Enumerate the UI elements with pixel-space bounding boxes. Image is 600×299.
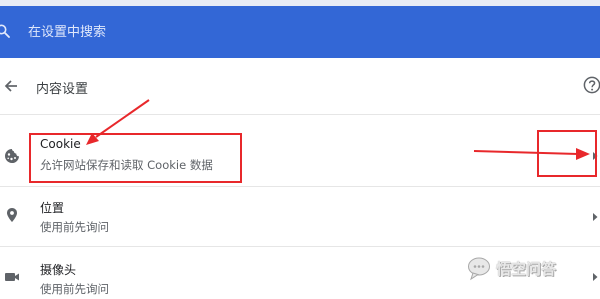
settings-search-bar — [0, 6, 600, 58]
chevron-right-icon — [593, 273, 598, 281]
content-setting-row-location[interactable]: 位置 使用前先询问 — [0, 187, 600, 245]
row-title: 摄像头 — [40, 263, 77, 277]
help-circle-icon[interactable] — [583, 75, 600, 95]
location-pin-icon — [7, 208, 17, 222]
subpage-header: 内容设置 — [0, 58, 600, 114]
row-subtitle: 使用前先询问 — [40, 220, 109, 234]
row-subtitle: 允许网站保存和读取 Cookie 数据 — [40, 158, 213, 172]
content-setting-row-cookie[interactable]: Cookie 允许网站保存和读取 Cookie 数据 — [0, 128, 600, 186]
chat-bubble-logo-icon — [468, 257, 490, 281]
divider — [0, 114, 600, 115]
videocam-icon — [5, 273, 19, 281]
watermark-text: 悟空问答 — [496, 259, 557, 278]
cookie-icon — [5, 149, 19, 163]
arrow-back-icon[interactable] — [0, 76, 22, 96]
row-title: Cookie — [40, 137, 81, 151]
search-icon — [0, 24, 10, 38]
watermark: 悟空问答 — [466, 255, 556, 281]
chevron-right-icon — [593, 213, 598, 221]
page-title: 内容设置 — [36, 82, 89, 97]
chevron-right-icon — [593, 152, 598, 160]
row-title: 位置 — [40, 201, 65, 215]
search-input[interactable] — [28, 16, 568, 48]
row-subtitle: 使用前先询问 — [40, 282, 109, 296]
